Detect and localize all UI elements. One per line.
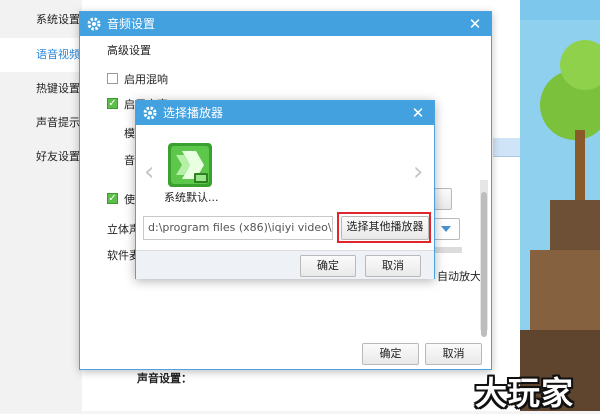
dialog-title: 音频设置 [107,17,156,31]
sidebar-item-system[interactable]: 系统设置 [0,3,82,37]
dialog-titlebar[interactable]: 选择播放器 ✕ [136,101,434,125]
dialog-titlebar[interactable]: 音频设置 ✕ [80,12,491,36]
ok-button[interactable]: 确定 [362,343,419,365]
dropdown-toggle[interactable] [432,218,460,240]
settings-sidebar: 系统设置 语音视频 热键设置 声音提示 好友设置 [0,0,82,411]
sidebar-item-label: 热键设置 [36,82,80,95]
reverb-checkbox[interactable] [107,73,118,84]
dialog-footer: 确定 取消 [136,250,434,279]
sidebar-item-label: 系统设置 [36,13,80,26]
sidebar-item-hotkeys[interactable]: 热键设置 [0,72,82,106]
gear-icon [142,105,158,121]
advanced-section-title: 高级设置 [107,44,151,57]
dialog-title: 选择播放器 [163,106,224,120]
watermark-logo: 大玩家 [475,374,575,412]
chevron-down-icon [441,226,451,232]
select-player-dialog: 选择播放器 ✕ ‹ › 系统默认... d:\program files (x8… [135,100,435,279]
close-icon[interactable]: ✕ [465,14,485,34]
reverb-label: 启用混响 [124,73,168,86]
scrollbar-thumb[interactable] [481,192,487,337]
sidebar-item-label: 声音提示 [36,116,80,129]
use-label: 使 [124,193,135,206]
chevron-right-icon[interactable]: › [413,159,423,185]
player-icon[interactable] [168,143,212,187]
mode-label: 模 [124,127,135,140]
sidebar-item-friends[interactable]: 好友设置 [0,140,82,174]
sidebar-item-sound-alerts[interactable]: 声音提示 [0,106,82,140]
sidebar-item-label: 语音视频 [36,48,80,61]
sidebar-item-label: 好友设置 [36,150,80,163]
background-scene [520,0,600,411]
cancel-button[interactable]: 取消 [365,255,421,277]
close-icon[interactable]: ✕ [408,103,428,123]
voice-change-checkbox[interactable]: ✓ [107,98,118,109]
ok-button[interactable]: 确定 [300,255,356,277]
player-path-field[interactable]: d:\program files (x86)\iqiyi video\lstyl… [143,216,333,240]
use-checkbox[interactable]: ✓ [107,193,118,204]
auto-zoom-label: 自动放大 [437,270,481,283]
choose-other-player-button[interactable]: 选择其他播放器 [341,216,429,240]
sound-settings-label: 声音设置： [137,372,192,385]
cancel-button[interactable]: 取消 [425,343,482,365]
chevron-left-icon[interactable]: ‹ [144,159,154,185]
voice-label: 音 [124,154,135,167]
sidebar-item-voice-video[interactable]: 语音视频 [0,38,82,72]
volume-meter [434,247,462,253]
player-name: 系统默认... [164,191,219,204]
gear-icon [86,16,102,32]
